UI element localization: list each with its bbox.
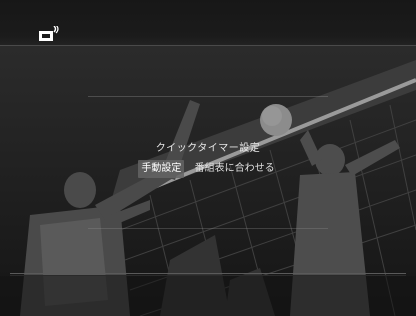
top-bar xyxy=(0,0,416,46)
panel-bottom-shadow xyxy=(10,275,406,276)
option-list: 手動設定 番組表に合わせる xyxy=(0,160,416,178)
tv-broadcast-icon xyxy=(39,26,59,41)
panel-bottom-border xyxy=(10,273,406,274)
option-match-program-guide[interactable]: 番組表に合わせる xyxy=(192,160,278,178)
menu-divider-bottom xyxy=(88,228,328,229)
dialog-title: クイックタイマー設定 xyxy=(155,143,261,154)
screen: クイックタイマー設定 手動設定 番組表に合わせる xyxy=(0,0,416,316)
option-manual-setting[interactable]: 手動設定 xyxy=(138,160,185,178)
background-photo xyxy=(0,60,416,316)
menu-divider-top xyxy=(88,96,328,97)
